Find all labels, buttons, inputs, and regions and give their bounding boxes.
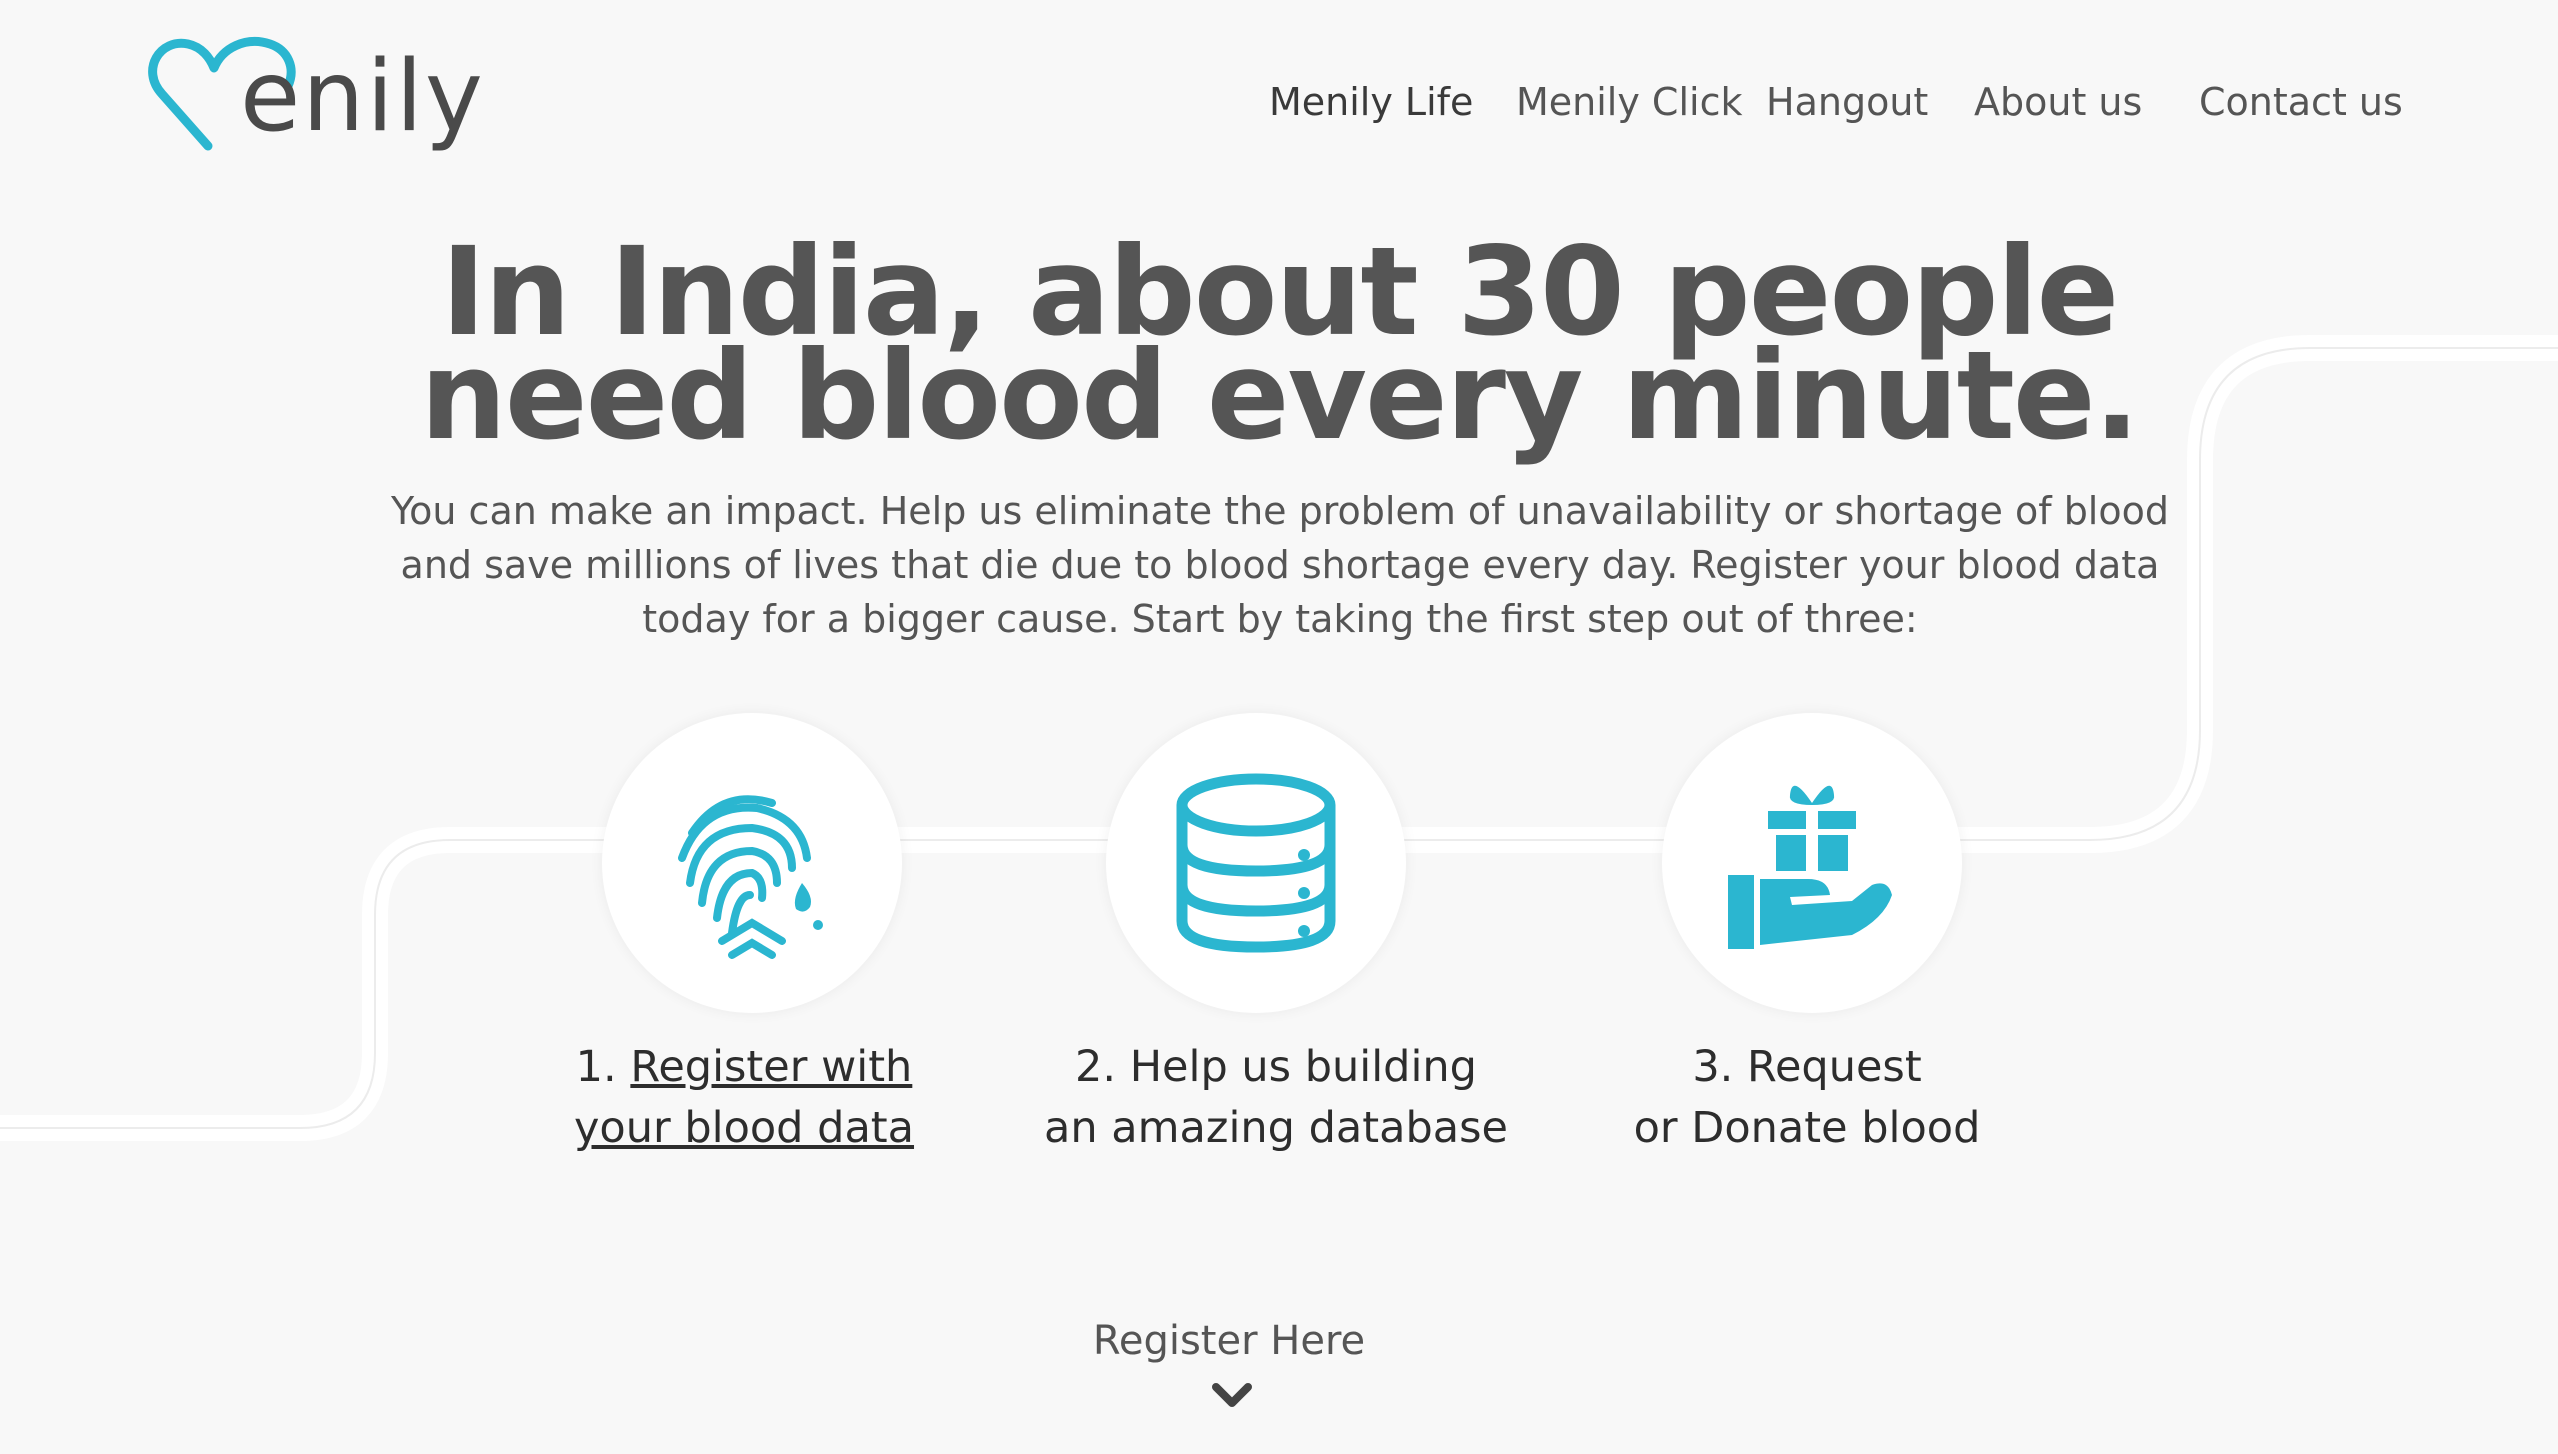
main-nav: Menily Life Menily Click Hangout About u…	[0, 74, 2558, 134]
step-3-label: 3. Request or Donate blood	[1633, 1042, 1981, 1153]
nav-hangout[interactable]: Hangout	[1766, 74, 1928, 130]
page: enily Menily Life Menily Click Hangout A…	[0, 0, 2558, 1454]
step-1-label: 1. Register with your blood data	[573, 1042, 915, 1153]
register-here-link[interactable]: Register Here	[1029, 1318, 1429, 1364]
register-link-line-1[interactable]: Register with	[630, 1042, 912, 1092]
nav-contact-us[interactable]: Contact us	[2199, 74, 2403, 130]
gift-hand-icon	[1728, 785, 1892, 949]
hero-subtext: You can make an impact. Help us eliminat…	[390, 489, 2169, 641]
database-icon	[1176, 773, 1336, 953]
fingerprint-blood-icon	[678, 795, 823, 959]
step-2-label: 2. Help us building an amazing database	[1044, 1042, 1508, 1153]
nav-menily-life[interactable]: Menily Life	[1269, 74, 1473, 130]
step-1-circle	[602, 713, 902, 1013]
nav-menily-click[interactable]: Menily Click	[1516, 74, 1742, 130]
chevron-down-icon[interactable]	[1211, 1381, 1253, 1411]
headline-line-2: need blood every minute.	[420, 325, 2140, 467]
register-link-line-2[interactable]: your blood data	[574, 1103, 914, 1153]
hero-headline: In India, about 30 people need blood eve…	[0, 231, 2558, 467]
nav-about-us[interactable]: About us	[1974, 74, 2142, 130]
step-2-circle	[1106, 713, 1406, 1013]
step-3-circle	[1662, 713, 1962, 1013]
